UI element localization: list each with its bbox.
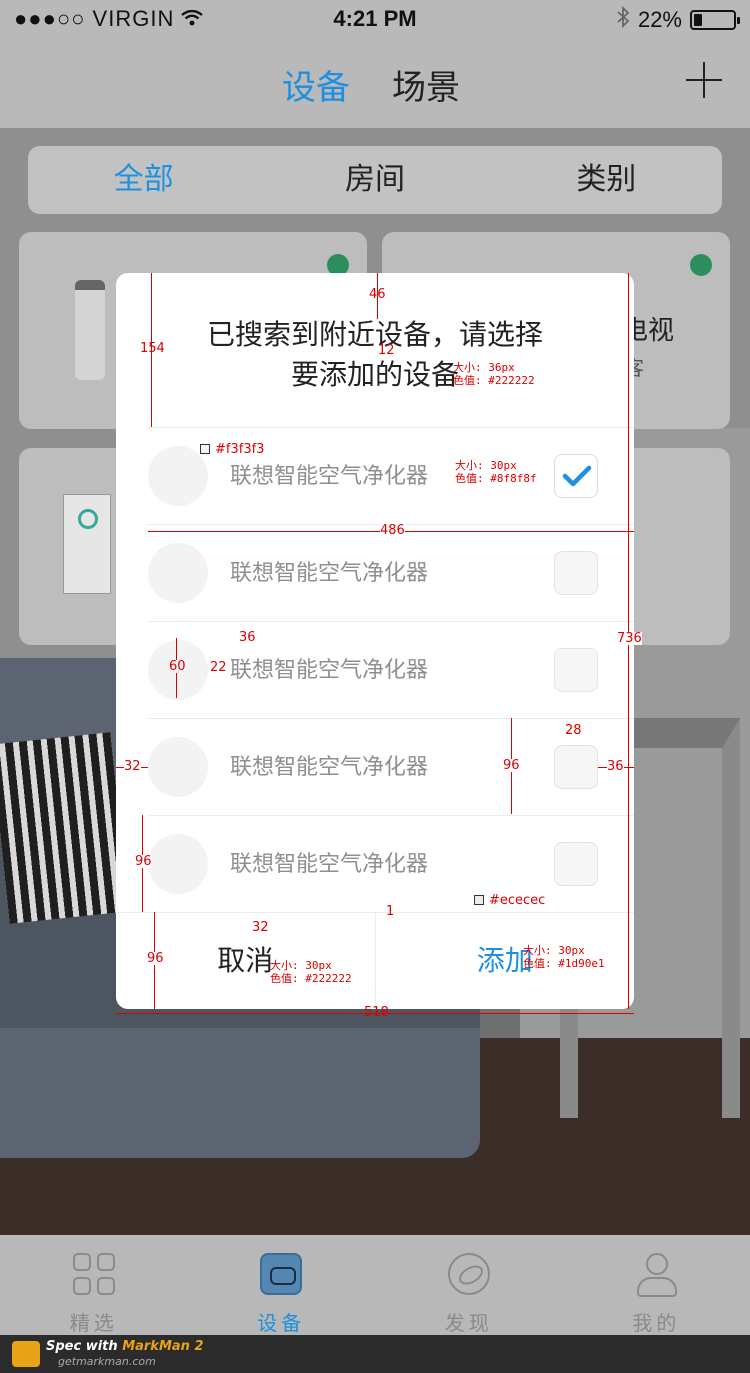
- checkbox[interactable]: [554, 648, 598, 692]
- tab-featured[interactable]: 精选: [0, 1235, 188, 1335]
- checkbox[interactable]: [554, 551, 598, 595]
- measure-486: 486: [380, 523, 405, 538]
- measure-22: 22: [210, 660, 227, 675]
- item-spec-color: 色值: #8f8f8f: [455, 472, 537, 485]
- bluetooth-icon: [616, 5, 630, 34]
- cancel-spec-color: 色值: #222222: [270, 972, 352, 985]
- measure-1: 1: [386, 904, 395, 919]
- tab-discover-label: 发现: [444, 1311, 493, 1335]
- list-item[interactable]: 联想智能空气净化器: [148, 718, 634, 815]
- color-swatch: [474, 895, 484, 905]
- measure-518: 518: [364, 1005, 389, 1020]
- device-avatar: [148, 543, 208, 603]
- add-spec-size: 大小: 30px: [523, 944, 585, 957]
- list-item[interactable]: 联想智能空气净化器: [148, 815, 634, 912]
- checkmark-icon: [562, 465, 592, 487]
- measure-736: 736: [617, 631, 642, 646]
- dialog-title: 已搜索到附近设备，请选择 要添加的设备: [116, 315, 634, 395]
- checkbox[interactable]: [554, 842, 598, 886]
- measure-96c: 96: [147, 951, 164, 966]
- cancel-spec-size: 大小: 30px: [270, 959, 332, 972]
- markman-logo-icon: [12, 1341, 40, 1367]
- filter-category[interactable]: 类别: [491, 146, 722, 214]
- divider-color: #ececec: [489, 893, 546, 908]
- plus-icon[interactable]: [686, 62, 722, 98]
- item-spec-size: 大小: 30px: [455, 459, 517, 472]
- tab-featured-label: 精选: [69, 1311, 118, 1335]
- measure-36: 36: [239, 630, 256, 645]
- dialog-title-line2: 要添加的设备: [290, 358, 459, 391]
- tab-devices-label: 设备: [257, 1311, 306, 1335]
- device-label: 联想智能空气净化器: [230, 464, 429, 489]
- measure-28: 28: [565, 723, 582, 738]
- add-device-dialog: 已搜索到附近设备，请选择 要添加的设备 联想智能空气净化器 联想智能空气净化器 …: [116, 273, 634, 1009]
- battery-icon: [690, 10, 740, 30]
- measure-36b: 36: [607, 759, 624, 774]
- online-status-dot: [690, 254, 712, 276]
- tab-bar: 精选 设备 发现 我的: [0, 1235, 750, 1335]
- measure-60: 60: [169, 659, 186, 674]
- footer-line1: Spec with MarkMan 2: [46, 1339, 204, 1354]
- measure-154: 154: [140, 341, 165, 356]
- tab-devices[interactable]: 设备: [282, 60, 350, 109]
- markman-footer: Spec with MarkMan 2 getmarkman.com: [0, 1335, 750, 1373]
- device-icon: [260, 1253, 303, 1295]
- device-label: 联想智能空气净化器: [230, 658, 429, 683]
- device-avatar: [148, 834, 208, 894]
- status-bar: ●●●○○ VIRGIN 4:21 PM 22%: [0, 0, 750, 40]
- measure-46: 46: [369, 287, 386, 302]
- battery-percent: 22%: [637, 7, 682, 32]
- measure-12: 12: [378, 343, 395, 358]
- tab-me[interactable]: 我的: [563, 1235, 750, 1335]
- compass-icon: [447, 1253, 490, 1295]
- nav-bar: 设备 场景: [0, 40, 750, 128]
- measure-96: 96: [503, 758, 520, 773]
- device-avatar: [148, 737, 208, 797]
- checkbox-checked[interactable]: [554, 454, 598, 498]
- grid-icon: [72, 1253, 115, 1295]
- avatar-color: #f3f3f3: [215, 442, 265, 457]
- color-swatch: [200, 444, 210, 454]
- checkbox[interactable]: [554, 745, 598, 789]
- dialog-title-line1: 已搜索到附近设备，请选择: [206, 318, 543, 351]
- footer-line2: getmarkman.com: [58, 1355, 156, 1368]
- tab-devices-bottom[interactable]: 设备: [188, 1235, 376, 1335]
- filter-room[interactable]: 房间: [259, 146, 490, 214]
- tab-discover[interactable]: 发现: [375, 1235, 563, 1335]
- device-label: 联想智能空气净化器: [230, 561, 429, 586]
- filter-segmented-control: 全部 房间 类别: [28, 146, 722, 214]
- air-purifier-image: [63, 494, 111, 594]
- pillow: [0, 732, 130, 924]
- measure-96b: 96: [135, 854, 152, 869]
- status-right: 22%: [616, 5, 740, 34]
- device-avatar: [148, 446, 208, 506]
- measure-32: 32: [124, 759, 141, 774]
- device-label: 联想智能空气净化器: [230, 755, 429, 780]
- title-spec-color: 色值: #222222: [453, 374, 535, 387]
- user-icon: [635, 1253, 678, 1297]
- add-spec-color: 色值: #1d90e1: [523, 957, 605, 970]
- device-label: 联想智能空气净化器: [230, 852, 429, 877]
- title-spec-size: 大小: 36px: [453, 361, 515, 374]
- air-purifier-image: [75, 280, 105, 380]
- list-item[interactable]: 联想智能空气净化器: [148, 524, 634, 621]
- measure-32b: 32: [252, 920, 269, 935]
- filter-all[interactable]: 全部: [28, 146, 259, 214]
- tab-scenes[interactable]: 场景: [392, 60, 460, 109]
- tab-me-label: 我的: [632, 1311, 681, 1335]
